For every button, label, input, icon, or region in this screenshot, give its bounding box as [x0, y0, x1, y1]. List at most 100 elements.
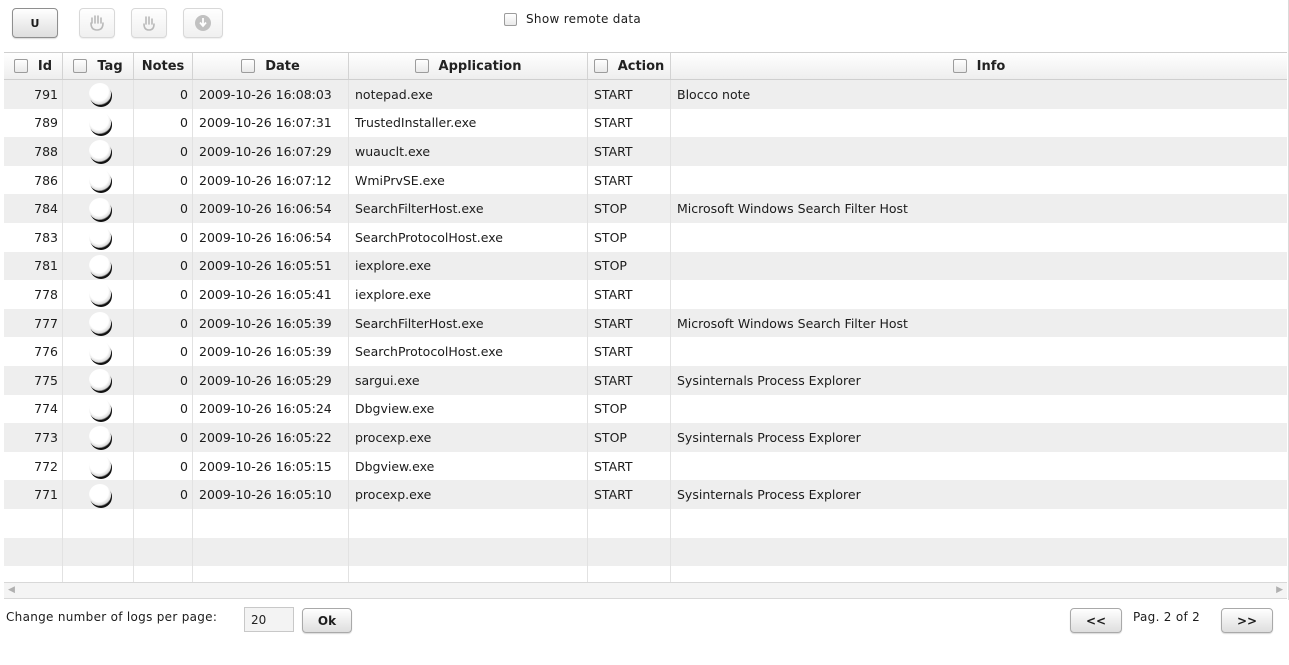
cell-application: SearchFilterHost.exe [349, 308, 588, 338]
column-checkbox-tag[interactable] [73, 59, 88, 73]
cell-notes: 0 [134, 80, 193, 109]
u-button[interactable]: U [12, 8, 58, 38]
table-row[interactable]: 784 0 2009-10-26 16:06:54 SearchFilterHost.… [4, 194, 1287, 223]
cell-action [588, 537, 671, 567]
table-row[interactable]: 775 0 2009-10-26 16:05:29 sargui.exe START Sy… [4, 365, 1287, 395]
tag-orb-icon[interactable] [89, 169, 111, 192]
tag-orb-icon[interactable] [89, 140, 111, 163]
tag-orb-icon[interactable] [89, 483, 111, 506]
table-row[interactable]: 776 0 2009-10-26 16:05:39 SearchProtocolHos… [4, 337, 1287, 366]
cell-tag [63, 108, 134, 138]
scroll-left-icon[interactable]: ◀ [8, 585, 15, 595]
cell-application: SearchFilterHost.exe [349, 194, 588, 223]
cell-tag [63, 365, 134, 395]
cell-info: Microsoft Windows Search Filter Host [677, 315, 908, 331]
column-header-info[interactable]: Info [671, 53, 1287, 79]
tag-orb-icon[interactable] [89, 312, 111, 335]
ok-button[interactable]: Ok [302, 608, 352, 633]
column-checkbox-info[interactable] [952, 59, 967, 73]
tag-orb-icon[interactable] [89, 455, 111, 478]
column-header-action[interactable]: Action [588, 53, 671, 79]
column-header-id[interactable]: Id [4, 53, 63, 79]
tag-orb-icon[interactable] [89, 111, 111, 134]
tag-orb-icon[interactable] [89, 369, 111, 392]
cell-action: START [588, 365, 671, 395]
cell-tag [63, 337, 134, 366]
hand-pointer-button[interactable] [131, 8, 167, 38]
cell-tag [63, 280, 134, 309]
table-row[interactable]: 781 0 2009-10-26 16:05:51 iexplore.exe STOP [4, 251, 1287, 281]
cell-application: sargui.exe [349, 365, 588, 395]
cell-date: 2009-10-26 16:05:41 [193, 280, 349, 309]
prev-page-label: << [1085, 613, 1107, 628]
next-page-button[interactable]: >> [1221, 608, 1273, 633]
cell-action: START [588, 165, 671, 195]
cell-date: 2009-10-26 16:06:54 [193, 194, 349, 223]
cell-info [671, 538, 1287, 567]
horizontal-scrollbar[interactable]: ◀ ▶ [4, 582, 1287, 599]
table-row[interactable]: 774 0 2009-10-26 16:05:24 Dbgview.exe STOP [4, 394, 1287, 424]
table-row[interactable]: 791 0 2009-10-26 16:08:03 notepad.exe START B… [4, 80, 1287, 109]
per-page-label: Change number of logs per page: [6, 610, 218, 624]
column-header-date[interactable]: Date [193, 53, 349, 79]
show-remote-toggle[interactable]: Show remote data [504, 12, 641, 26]
column-checkbox-action[interactable] [593, 59, 608, 73]
cell-tag [63, 194, 134, 223]
tag-orb-icon[interactable] [89, 254, 111, 277]
table-row[interactable]: 771 0 2009-10-26 16:05:10 procexp.exe START S… [4, 480, 1287, 509]
cell-application: iexplore.exe [349, 280, 588, 309]
tag-orb-icon[interactable] [89, 226, 111, 249]
table-row[interactable] [4, 537, 1287, 567]
column-header-tag[interactable]: Tag [63, 53, 134, 79]
table-row[interactable]: 783 0 2009-10-26 16:06:54 SearchProtocolHos… [4, 222, 1287, 252]
table-row[interactable] [4, 508, 1287, 538]
cell-tag [63, 251, 134, 281]
column-checkbox-application[interactable] [414, 59, 429, 73]
cell-date: 2009-10-26 16:05:10 [193, 480, 349, 509]
tag-orb-icon[interactable] [89, 283, 111, 306]
cell-action: START [588, 308, 671, 338]
cell-id: 777 [4, 308, 63, 338]
column-header-application[interactable]: Application [349, 53, 588, 79]
cell-id: 786 [4, 165, 63, 195]
cell-tag [63, 480, 134, 509]
scroll-right-icon[interactable]: ▶ [1276, 585, 1283, 595]
column-checkbox-id[interactable] [13, 59, 28, 73]
cell-info: Blocco note [677, 86, 751, 102]
table-row[interactable]: 777 0 2009-10-26 16:05:39 SearchFilterHost.… [4, 308, 1287, 338]
tag-orb-icon[interactable] [89, 197, 111, 220]
cell-id: 789 [4, 108, 63, 138]
table-row[interactable]: 786 0 2009-10-26 16:07:12 WmiPrvSE.exe START [4, 165, 1287, 195]
cell-id: 783 [4, 222, 63, 252]
cell-info [671, 452, 1287, 481]
cell-info [671, 280, 1287, 309]
cell-notes: 0 [134, 280, 193, 309]
cell-info: Sysinternals Process Explorer [677, 372, 861, 388]
tag-orb-icon[interactable] [89, 340, 111, 363]
hand-button[interactable] [79, 8, 115, 38]
cell-tag [63, 80, 134, 109]
tag-orb-icon[interactable] [89, 83, 111, 106]
cell-notes: 0 [134, 365, 193, 395]
table-row[interactable]: 772 0 2009-10-26 16:05:15 Dbgview.exe START [4, 451, 1287, 481]
cell-application [349, 537, 588, 567]
table-row[interactable]: 789 0 2009-10-26 16:07:31 TrustedInstaller.… [4, 108, 1287, 138]
cell-info [671, 223, 1287, 252]
table-row[interactable]: 778 0 2009-10-26 16:05:41 iexplore.exe START [4, 280, 1287, 309]
per-page-input[interactable] [244, 607, 294, 632]
download-button[interactable] [183, 8, 223, 38]
show-remote-checkbox[interactable] [504, 12, 517, 26]
prev-page-button[interactable]: << [1070, 608, 1122, 633]
column-label-notes: Notes [141, 58, 185, 74]
column-header-notes[interactable]: Notes [134, 53, 193, 79]
table-row[interactable]: 773 0 2009-10-26 16:05:22 procexp.exe STOP Sy… [4, 423, 1287, 452]
table-header: Id Tag Notes Date Application Action Info [4, 53, 1287, 80]
cell-action: START [588, 137, 671, 166]
table-row[interactable]: 788 0 2009-10-26 16:07:29 wuauclt.exe START [4, 137, 1287, 166]
cell-application: procexp.exe [349, 423, 588, 452]
tag-orb-icon[interactable] [89, 426, 111, 449]
tag-orb-icon[interactable] [89, 397, 111, 420]
cell-tag [63, 537, 134, 567]
hand-icon [90, 15, 104, 31]
column-checkbox-date[interactable] [241, 59, 256, 73]
